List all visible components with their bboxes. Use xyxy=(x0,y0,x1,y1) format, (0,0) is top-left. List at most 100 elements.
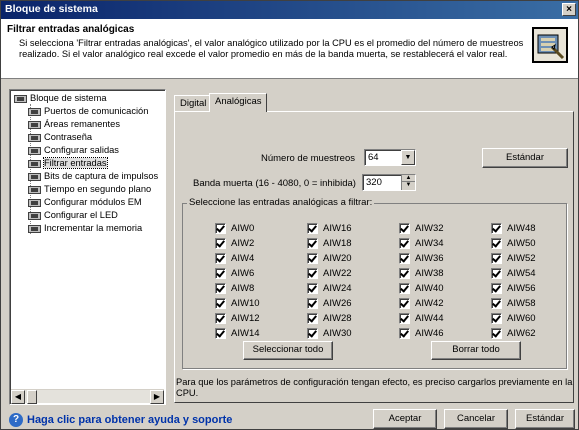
checkmark-icon[interactable] xyxy=(491,223,502,234)
analog-input-checkbox[interactable]: AIW32 xyxy=(399,223,444,234)
checkmark-icon[interactable] xyxy=(399,328,410,339)
analog-input-checkbox[interactable]: AIW46 xyxy=(399,328,444,339)
select-all-button[interactable]: Seleccionar todo xyxy=(243,341,333,360)
analog-input-checkbox[interactable]: AIW2 xyxy=(215,238,254,249)
checkmark-icon[interactable] xyxy=(399,253,410,264)
checkbox-label: AIW58 xyxy=(507,298,536,310)
standard-button[interactable]: Estándar xyxy=(515,409,575,429)
tab-analog[interactable]: Analógicas xyxy=(209,93,268,112)
deadband-field[interactable]: 320 ▲ ▼ xyxy=(362,174,416,191)
checkmark-icon[interactable] xyxy=(491,253,502,264)
checkmark-icon[interactable] xyxy=(215,223,226,234)
checkmark-icon[interactable] xyxy=(491,328,502,339)
checkmark-icon[interactable] xyxy=(307,223,318,234)
analog-input-checkbox[interactable]: AIW52 xyxy=(491,253,536,264)
tree-item-em-modules[interactable]: Configurar módulos EM xyxy=(28,197,142,207)
tree-item-memory[interactable]: Incrementar la memoria xyxy=(28,223,142,233)
analog-input-checkbox[interactable]: AIW26 xyxy=(307,298,352,309)
analog-input-checkbox[interactable]: AIW14 xyxy=(215,328,260,339)
checkmark-icon[interactable] xyxy=(307,313,318,324)
standard-button-tab[interactable]: Estándar xyxy=(482,148,568,168)
checkmark-icon[interactable] xyxy=(491,283,502,294)
tree-item-password[interactable]: Contraseña xyxy=(28,132,92,142)
analog-input-checkbox[interactable]: AIW4 xyxy=(215,253,254,264)
analog-input-checkbox[interactable]: AIW50 xyxy=(491,238,536,249)
horizontal-scrollbar[interactable]: ◀ ▶ xyxy=(11,389,164,404)
checkmark-icon[interactable] xyxy=(307,238,318,249)
checkmark-icon[interactable] xyxy=(215,298,226,309)
checkmark-icon[interactable] xyxy=(491,238,502,249)
checkmark-icon[interactable] xyxy=(215,268,226,279)
cancel-button[interactable]: Cancelar xyxy=(444,409,508,429)
checkmark-icon[interactable] xyxy=(399,238,410,249)
clear-all-button[interactable]: Borrar todo xyxy=(431,341,521,360)
navigation-tree[interactable]: Bloque de sistema Puertos de comunicació… xyxy=(9,89,166,405)
tree-item-outputs[interactable]: Configurar salidas xyxy=(28,145,119,155)
tree-item-ports[interactable]: Puertos de comunicación xyxy=(28,106,148,116)
checkmark-icon[interactable] xyxy=(491,298,502,309)
checkbox-label: AIW30 xyxy=(323,328,352,340)
checkmark-icon[interactable] xyxy=(399,268,410,279)
checkmark-icon[interactable] xyxy=(215,283,226,294)
tree-item-led[interactable]: Configurar el LED xyxy=(28,210,118,220)
chevron-down-icon[interactable]: ▼ xyxy=(401,150,415,165)
checkmark-icon[interactable] xyxy=(215,313,226,324)
analog-input-checkbox[interactable]: AIW58 xyxy=(491,298,536,309)
checkmark-icon[interactable] xyxy=(491,268,502,279)
analog-input-checkbox[interactable]: AIW60 xyxy=(491,313,536,324)
analog-input-checkbox[interactable]: AIW42 xyxy=(399,298,444,309)
checkbox-label: AIW4 xyxy=(231,253,255,265)
checkmark-icon[interactable] xyxy=(307,328,318,339)
analog-input-checkbox[interactable]: AIW6 xyxy=(215,268,254,279)
tab-digital[interactable]: Digital xyxy=(174,95,213,112)
analog-input-checkbox[interactable]: AIW40 xyxy=(399,283,444,294)
checkmark-icon[interactable] xyxy=(215,328,226,339)
analog-input-checkbox[interactable]: AIW8 xyxy=(215,283,254,294)
analog-input-checkbox[interactable]: AIW62 xyxy=(491,328,536,339)
help-link[interactable]: ? Haga clic para obtener ayuda y soporte xyxy=(9,413,232,427)
checkbox-label: AIW0 xyxy=(231,223,255,235)
scroll-right-icon[interactable]: ▶ xyxy=(150,390,164,404)
scroll-thumb[interactable] xyxy=(27,390,37,404)
analog-input-checkbox[interactable]: AIW12 xyxy=(215,313,260,324)
analog-input-checkbox[interactable]: AIW48 xyxy=(491,223,536,234)
checkmark-icon[interactable] xyxy=(307,253,318,264)
scroll-left-icon[interactable]: ◀ xyxy=(11,390,25,404)
analog-input-checkbox[interactable]: AIW24 xyxy=(307,283,352,294)
checkmark-icon[interactable] xyxy=(491,313,502,324)
tree-item-retentive[interactable]: Áreas remanentes xyxy=(28,119,120,129)
analog-input-checkbox[interactable]: AIW30 xyxy=(307,328,352,339)
analog-input-checkbox[interactable]: AIW22 xyxy=(307,268,352,279)
checkmark-icon[interactable] xyxy=(307,283,318,294)
analog-input-checkbox[interactable]: AIW34 xyxy=(399,238,444,249)
checkbox-label: AIW8 xyxy=(231,283,255,295)
analog-input-checkbox[interactable]: AIW0 xyxy=(215,223,254,234)
checkmark-icon[interactable] xyxy=(307,268,318,279)
tree-item-filter-inputs[interactable]: Filtrar entradas xyxy=(28,157,108,169)
tree-item-background-time[interactable]: Tiempo en segundo plano xyxy=(28,184,151,194)
analog-input-checkbox[interactable]: AIW36 xyxy=(399,253,444,264)
analog-input-checkbox[interactable]: AIW18 xyxy=(307,238,352,249)
analog-input-checkbox[interactable]: AIW38 xyxy=(399,268,444,279)
tree-item-pulse-capture[interactable]: Bits de captura de impulsos xyxy=(28,171,158,181)
tree-root[interactable]: Bloque de sistema xyxy=(14,93,107,103)
checkmark-icon[interactable] xyxy=(307,298,318,309)
checkmark-icon[interactable] xyxy=(399,313,410,324)
checkmark-icon[interactable] xyxy=(215,238,226,249)
analog-input-checkbox[interactable]: AIW28 xyxy=(307,313,352,324)
close-button[interactable]: × xyxy=(562,3,576,16)
analog-input-checkbox[interactable]: AIW20 xyxy=(307,253,352,264)
spin-icon[interactable]: ▲ ▼ xyxy=(401,175,415,190)
analog-input-checkbox[interactable]: AIW16 xyxy=(307,223,352,234)
title-bar[interactable]: Bloque de sistema × xyxy=(1,1,578,19)
samples-select[interactable]: 64 ▼ xyxy=(364,149,416,166)
analog-input-checkbox[interactable]: AIW10 xyxy=(215,298,260,309)
checkmark-icon[interactable] xyxy=(399,223,410,234)
analog-input-checkbox[interactable]: AIW56 xyxy=(491,283,536,294)
checkmark-icon[interactable] xyxy=(399,298,410,309)
checkmark-icon[interactable] xyxy=(399,283,410,294)
accept-button[interactable]: Aceptar xyxy=(373,409,437,429)
analog-input-checkbox[interactable]: AIW54 xyxy=(491,268,536,279)
analog-input-checkbox[interactable]: AIW44 xyxy=(399,313,444,324)
checkmark-icon[interactable] xyxy=(215,253,226,264)
